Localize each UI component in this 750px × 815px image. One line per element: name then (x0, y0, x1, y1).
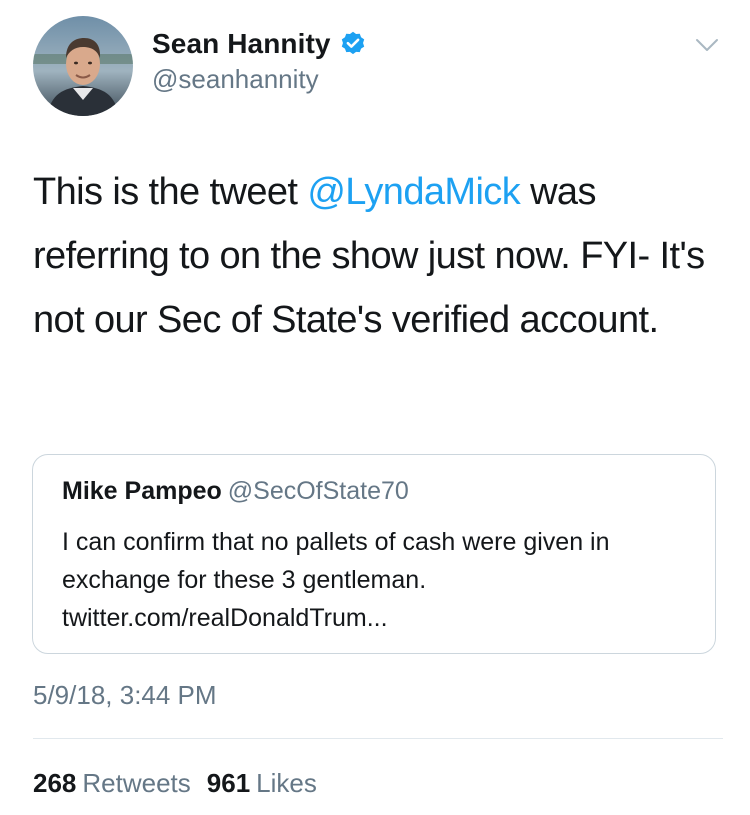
author-handle[interactable]: @seanhannity (152, 64, 367, 95)
tweet-stats: 268 Retweets 961 Likes (33, 768, 317, 799)
quoted-author-handle: @SecOfState70 (227, 477, 409, 505)
divider (33, 738, 723, 739)
mention-link[interactable]: @LyndaMick (307, 171, 520, 213)
quoted-tweet-text: I can confirm that no pallets of cash we… (62, 528, 610, 632)
tweet-card: Sean Hannity @seanhannity This is the tw… (0, 0, 750, 815)
tweet-text: This is the tweet @LyndaMick was referri… (33, 160, 723, 352)
author-display-name[interactable]: Sean Hannity (152, 28, 331, 60)
author-name-row: Sean Hannity (152, 26, 367, 62)
quoted-author-name: Mike Pampeo (62, 477, 222, 505)
likes-stat[interactable]: 961 Likes (207, 768, 317, 798)
likes-count: 961 (206, 768, 251, 798)
retweets-label: Retweets (82, 768, 191, 798)
quoted-tweet[interactable]: Mike Pampeo @SecOfState70 I can confirm t… (32, 454, 716, 654)
tweet-timestamp[interactable]: 5/9/18, 3:44 PM (33, 680, 217, 711)
author-block: Sean Hannity @seanhannity (152, 26, 367, 95)
chevron-down-icon[interactable] (694, 32, 720, 58)
retweets-count: 268 (33, 768, 77, 798)
retweets-stat[interactable]: 268 Retweets (33, 768, 191, 798)
likes-label: Likes (256, 768, 317, 798)
avatar[interactable] (33, 16, 133, 116)
verified-badge-icon (341, 31, 364, 55)
tweet-text-start: This is the tweet (33, 171, 308, 213)
avatar-image (33, 16, 133, 116)
quoted-tweet-header: Mike Pampeo @SecOfState70 (62, 477, 409, 506)
